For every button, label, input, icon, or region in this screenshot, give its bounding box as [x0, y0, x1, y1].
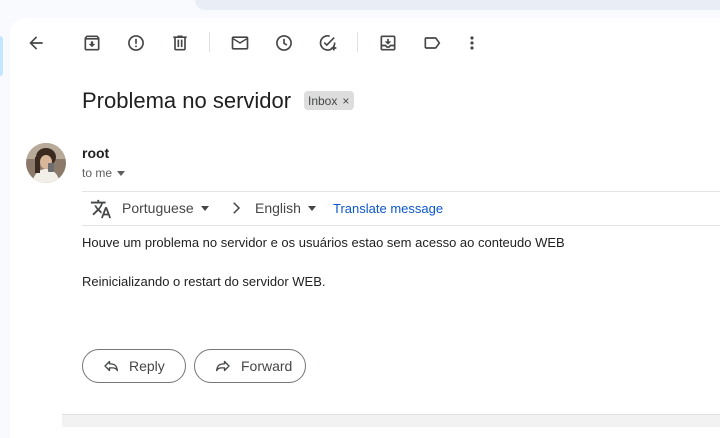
email-view-panel: Problema no servidor Inbox × root to me … — [10, 18, 720, 438]
translate-message-link[interactable]: Translate message — [333, 201, 443, 216]
add-task-icon — [319, 35, 337, 51]
more-button[interactable] — [460, 31, 484, 55]
avatar-photo — [26, 143, 66, 183]
mark-unread-button[interactable] — [228, 31, 252, 55]
chevron-right-icon — [233, 202, 241, 214]
source-language-select[interactable]: Portuguese — [122, 200, 209, 216]
more-vert-icon — [470, 36, 474, 50]
label-icon — [424, 37, 441, 49]
reply-icon — [104, 360, 119, 372]
back-button[interactable] — [24, 31, 48, 55]
recipient-details-toggle[interactable]: to me — [82, 166, 126, 180]
snooze-icon — [276, 35, 292, 51]
forward-button[interactable]: Forward — [194, 349, 306, 383]
forward-label: Forward — [241, 358, 293, 374]
email-body-line: Reinicializando o restart do servidor WE… — [82, 274, 326, 289]
sender-name: root — [82, 145, 110, 161]
report-spam-button[interactable] — [124, 31, 148, 55]
remove-label-button[interactable]: × — [342, 94, 349, 108]
delete-icon — [173, 35, 187, 51]
back-arrow-icon — [29, 36, 43, 50]
move-to-icon — [380, 35, 396, 51]
report-spam-icon — [128, 35, 144, 51]
add-to-tasks-button[interactable] — [316, 31, 340, 55]
chevron-down-icon — [200, 205, 209, 211]
translate-icon — [90, 199, 112, 219]
labels-button[interactable] — [420, 31, 444, 55]
email-subject: Problema no servidor — [82, 88, 292, 113]
email-body-line: Houve um problema no servidor e os usuár… — [82, 235, 565, 250]
toolbar-divider — [209, 32, 210, 52]
top-bar-edge — [195, 0, 720, 10]
archive-button[interactable] — [80, 31, 104, 55]
toolbar-divider — [357, 32, 358, 52]
snooze-button[interactable] — [272, 31, 296, 55]
next-message-edge — [62, 414, 720, 427]
sender-avatar[interactable] — [26, 143, 66, 183]
label-chip-text: Inbox — [308, 93, 338, 108]
mark-unread-icon — [231, 36, 249, 50]
nav-selection-accent — [0, 36, 3, 76]
source-language-label: Portuguese — [122, 200, 194, 216]
reply-label: Reply — [129, 358, 165, 374]
inbox-label-chip[interactable]: Inbox × — [304, 91, 355, 110]
translate-bar: Portuguese English Translate message — [82, 191, 720, 226]
recipient-text: to me — [82, 166, 113, 180]
forward-icon — [215, 360, 230, 372]
chevron-down-icon — [307, 205, 316, 211]
delete-button[interactable] — [168, 31, 192, 55]
chevron-down-icon — [117, 170, 126, 176]
move-to-button[interactable] — [376, 31, 400, 55]
target-language-select[interactable]: English — [255, 200, 316, 216]
message-toolbar — [10, 18, 720, 68]
archive-icon — [84, 35, 100, 51]
target-language-label: English — [255, 200, 301, 216]
reply-button[interactable]: Reply — [82, 349, 186, 383]
